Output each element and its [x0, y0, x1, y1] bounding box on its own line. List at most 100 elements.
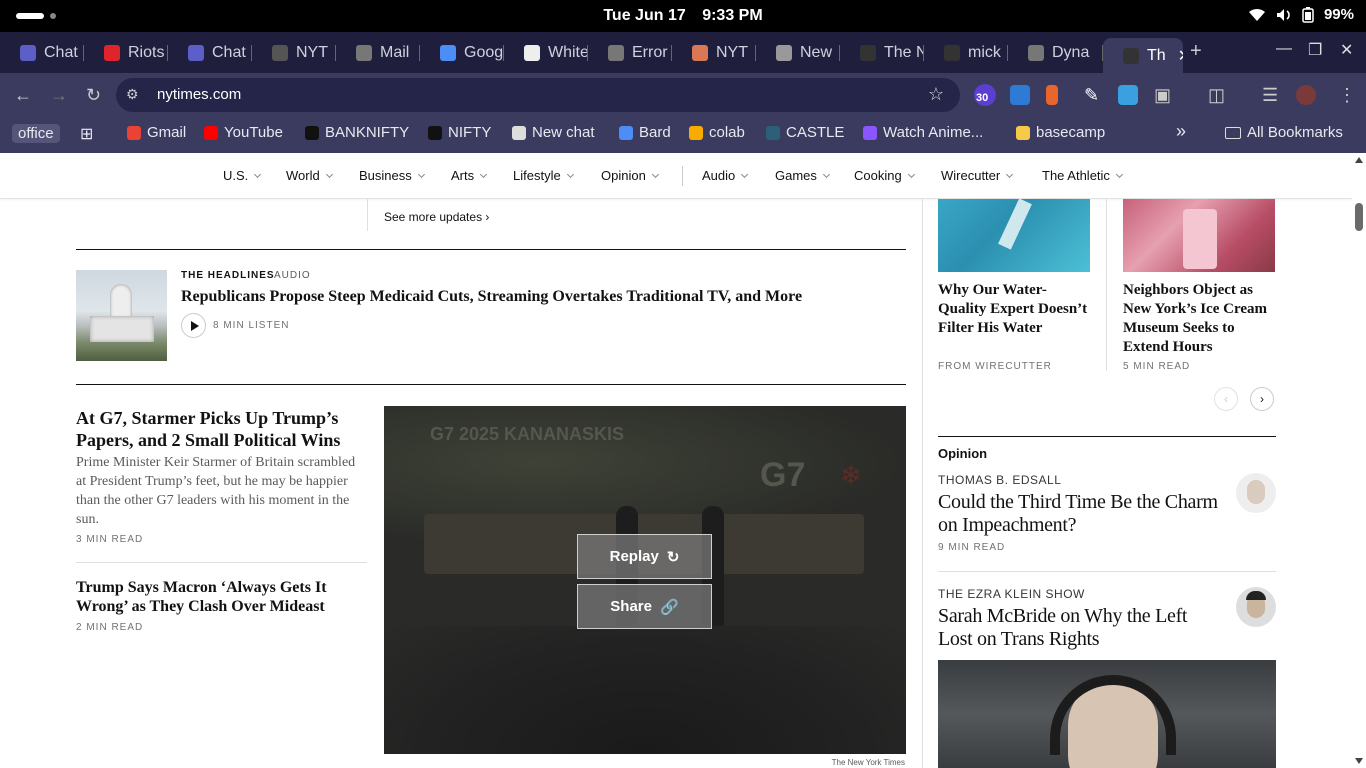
nav-item[interactable]: U.S. [223, 168, 262, 183]
browser-tab[interactable]: mick [924, 40, 1008, 66]
all-bookmarks-button[interactable]: All Bookmarks [1225, 124, 1343, 141]
minimize-icon[interactable]: — [1276, 40, 1292, 58]
status-tray[interactable]: 99% [1248, 6, 1354, 23]
browser-tab[interactable]: NYT [252, 40, 336, 66]
profile-avatar[interactable] [1296, 85, 1316, 105]
nav-item[interactable]: World [286, 168, 333, 183]
scroll-thumb[interactable] [1355, 203, 1363, 231]
tradingview-icon [428, 125, 442, 140]
story-headline[interactable]: At G7, Starmer Picks Up Trump’s Papers, … [76, 407, 361, 451]
carousel-next-button[interactable]: › [1250, 387, 1274, 411]
podcast-image[interactable] [938, 660, 1276, 768]
site-info-icon[interactable]: ⚙ [126, 86, 139, 103]
font-extension-icon[interactable] [1010, 85, 1030, 105]
see-more-updates-link[interactable]: See more updates › [384, 210, 489, 224]
capitol-thumbnail[interactable] [76, 270, 167, 361]
nav-item[interactable]: The Athletic [1042, 168, 1123, 183]
water-glass-image[interactable] [938, 199, 1090, 272]
glass-shape [998, 199, 1032, 250]
extensions-puzzle-icon[interactable]: ▣ [1154, 85, 1171, 106]
bookmark-item[interactable]: basecamp [1016, 124, 1105, 141]
bookmark-item[interactable]: NIFTY [428, 124, 491, 141]
back-icon[interactable]: ← [14, 85, 32, 106]
play-audio-button[interactable] [181, 313, 206, 338]
column-divider [922, 199, 923, 768]
close-tab-icon[interactable]: ✕ [1178, 46, 1183, 66]
browser-tab[interactable]: Chat [0, 40, 84, 66]
eyedropper-icon[interactable]: ✎ [1084, 85, 1099, 106]
bookmark-label: CASTLE [786, 124, 845, 141]
new-tab-button[interactable]: + [1190, 40, 1202, 63]
reload-icon[interactable]: ↻ [86, 85, 101, 106]
section-rule [76, 384, 906, 385]
browser-tab[interactable]: Goog [420, 40, 504, 66]
browser-tab[interactable]: Th ✕ [1103, 38, 1183, 73]
nav-item[interactable]: Wirecutter [941, 168, 1014, 183]
extension-badge-icon[interactable]: 30 [974, 84, 996, 106]
browser-tab[interactable]: Mail [336, 40, 420, 66]
browser-tab[interactable]: NYT [672, 40, 756, 66]
scroll-down-icon[interactable] [1355, 758, 1363, 764]
maximize-icon[interactable]: ❐ [1308, 40, 1322, 60]
github-icon [944, 45, 960, 61]
forward-icon[interactable]: → [50, 85, 68, 106]
share-button[interactable]: Share 🔗 [577, 584, 712, 629]
nav-item[interactable]: Arts [451, 168, 488, 183]
video-player[interactable]: G7 2025 KANANASKIS G7 ❄ [384, 406, 906, 754]
opinion-headline[interactable]: Could the Third Time Be the Charm on Imp… [938, 491, 1218, 537]
opinion-author[interactable]: THOMAS B. EDSALL [938, 473, 1061, 487]
bookmark-item[interactable]: CASTLE [766, 124, 844, 141]
author-avatar[interactable] [1236, 587, 1276, 627]
bookmarks-overflow-icon[interactable]: » [1176, 121, 1186, 142]
browser-tab[interactable]: White [504, 40, 588, 66]
browser-tab[interactable]: Error [588, 40, 672, 66]
opinion-headline[interactable]: Sarah McBride on Why the Left Lost on Tr… [938, 605, 1218, 651]
browser-tab[interactable]: Chat [168, 40, 252, 66]
card-headline[interactable]: Why Our Water-Quality Expert Doesn’t Fil… [938, 281, 1088, 338]
audio-headline[interactable]: Republicans Propose Steep Medicaid Cuts,… [181, 288, 802, 306]
bookmark-item[interactable]: colab [689, 124, 745, 141]
page-scrollbar[interactable] [1352, 153, 1366, 768]
nav-item[interactable]: Games [775, 168, 830, 183]
bookmark-item[interactable]: office [12, 124, 60, 143]
system-clock[interactable]: Tue Jun 17 9:33 PM [0, 7, 1366, 25]
bookmark-item[interactable]: YouTube [204, 124, 283, 141]
bookmark-item[interactable]: Bard [619, 124, 671, 141]
apps-grid-icon[interactable]: ⊞ [80, 124, 93, 144]
browser-tab[interactable]: Dyna [1008, 40, 1103, 66]
nav-item[interactable]: Audio [702, 168, 749, 183]
author-avatar[interactable] [1236, 473, 1276, 513]
bookmark-extension-icon[interactable] [1046, 85, 1058, 105]
address-url[interactable]: nytimes.com [157, 86, 241, 103]
bookmark-item[interactable]: Watch Anime... [863, 124, 983, 141]
nav-item[interactable]: Cooking [854, 168, 915, 183]
close-window-icon[interactable]: ✕ [1340, 40, 1353, 60]
tab-search-icon[interactable]: ◫ [1208, 85, 1225, 106]
browser-tab[interactable]: Riots [84, 40, 168, 66]
bookmark-item[interactable]: New chat [512, 124, 595, 141]
extension-badge-count: 30 [976, 92, 989, 104]
bookmark-item[interactable]: Gmail [127, 124, 186, 141]
opinion-section-label[interactable]: Opinion [938, 446, 987, 461]
media-controls-icon[interactable]: ☰ [1262, 85, 1278, 106]
address-bar[interactable]: ⚙ nytimes.com ☆ [116, 78, 960, 112]
browser-tab[interactable]: New [756, 40, 840, 66]
nav-label: U.S. [223, 168, 249, 183]
bookmark-star-icon[interactable]: ☆ [928, 84, 944, 105]
nav-item[interactable]: Lifestyle [513, 168, 574, 183]
bookmark-item[interactable]: BANKNIFTY [305, 124, 409, 141]
nav-item[interactable]: Opinion [601, 168, 659, 183]
browser-tab[interactable]: The N [840, 40, 924, 66]
video-sign-text: G7 [760, 456, 806, 494]
menu-kebab-icon[interactable]: ⋮ [1338, 85, 1356, 106]
ice-cream-image[interactable] [1123, 199, 1275, 272]
tab-label: mick [968, 44, 1001, 61]
scroll-up-icon[interactable] [1355, 157, 1363, 163]
nav-item[interactable]: Business [359, 168, 425, 183]
download-extension-icon[interactable] [1118, 85, 1138, 105]
opinion-author[interactable]: THE EZRA KLEIN SHOW [938, 587, 1085, 601]
card-headline[interactable]: Neighbors Object as New York’s Ice Cream… [1123, 281, 1273, 357]
story-headline[interactable]: Trump Says Macron ‘Always Gets It Wrong’… [76, 578, 376, 616]
carousel-prev-button[interactable]: ‹ [1214, 387, 1238, 411]
replay-button[interactable]: Replay ↻ [577, 534, 712, 579]
